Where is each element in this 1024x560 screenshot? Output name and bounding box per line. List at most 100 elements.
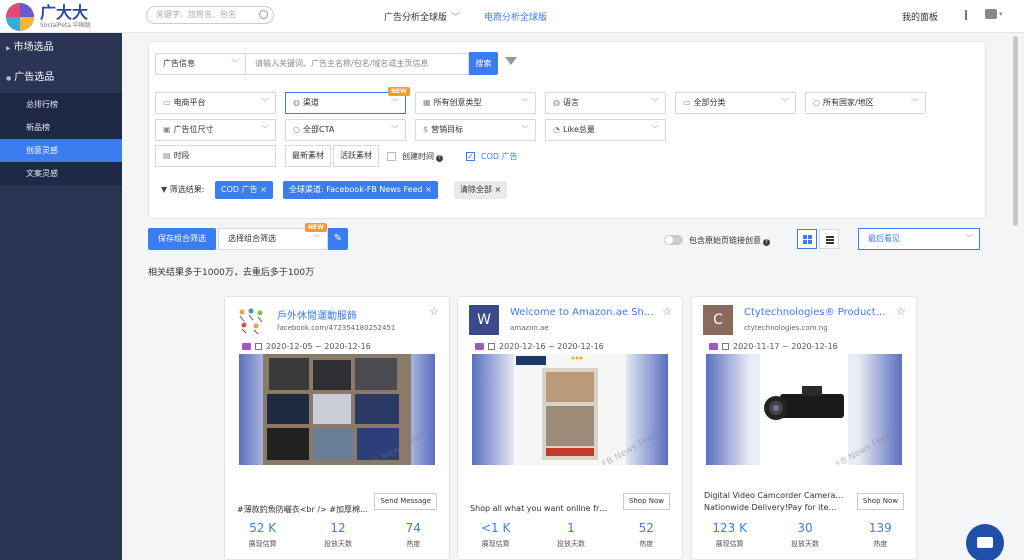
image-icon	[475, 343, 484, 350]
stat-impressions: 52 K	[249, 521, 277, 535]
cta-button[interactable]: Shop Now	[856, 493, 904, 510]
calendar-icon	[255, 343, 262, 350]
global-search-input[interactable]: 关键字、应用名、包名	[146, 6, 274, 24]
logo-title: 广大大	[40, 3, 89, 22]
new-badge: NEW	[388, 87, 410, 96]
nav-ad-analysis[interactable]: 广告分析全球版 ﹀	[384, 10, 460, 23]
filter-panel: 广告信息 ﹀ 请输入关键词、广告主名称/包名/域名或主页信息 搜索 ▭ 电商平台 ﹀ …	[148, 41, 986, 219]
ad-media[interactable]: FB News Feed	[239, 354, 435, 465]
create-time-checkbox[interactable]	[387, 152, 396, 161]
ad-description: Digital Video Camcorder Camera 30... Nat…	[704, 491, 844, 512]
ad-title[interactable]: Welcome to Amazon.ae Sh...	[510, 307, 660, 318]
include-original-toggle[interactable]	[664, 235, 683, 245]
stat-days: 1	[567, 521, 575, 535]
edit-icon[interactable]: ✎	[328, 228, 348, 250]
star-icon[interactable]: ☆	[896, 305, 906, 318]
latest-material-button[interactable]: 最新素材	[285, 145, 331, 167]
cod-label: COD 广告	[481, 152, 518, 161]
logo[interactable]: 广大大 SocialPeta 中国版	[6, 3, 91, 31]
cod-checkbox[interactable]: ✓	[466, 152, 475, 161]
help-icon: ?	[436, 155, 443, 162]
new-badge: NEW	[305, 223, 327, 232]
monitor-icon: ▣	[163, 125, 171, 134]
advertiser-avatar	[236, 305, 266, 335]
ad-info-select[interactable]: 广告信息 ﹀	[155, 53, 246, 75]
ad-stats: <1 K 展现估算 1 投放天数 52 热度	[458, 521, 684, 549]
filter-icon[interactable]	[505, 57, 517, 65]
page-scrollbar[interactable]	[1013, 36, 1018, 226]
active-material-button[interactable]: 活跃素材	[333, 145, 379, 167]
globe-icon: ◍	[293, 98, 300, 107]
ad-date-range: 2020-12-16 ~ 2020-12-16	[475, 342, 604, 351]
result-summary: 相关结果多于1000万，去重后多于100万	[148, 268, 315, 278]
ad-date-range: 2020-12-05 ~ 2020-12-16	[242, 342, 371, 351]
chevron-down-icon[interactable]: ▾	[999, 10, 1003, 18]
tag-cod[interactable]: COD 广告 ×	[215, 181, 273, 199]
ad-media[interactable]: FB News Feed	[472, 354, 668, 465]
sidebar-group-ad[interactable]: ● 广告选品	[0, 63, 122, 93]
ad-date-range: 2020-11-17 ~ 2020-12-16	[709, 342, 838, 351]
calendar-icon	[488, 343, 495, 350]
star-icon[interactable]: ☆	[662, 305, 672, 318]
globe-icon: ◍	[553, 98, 560, 107]
language-select[interactable]: ◍ 语言 ﹀	[545, 92, 666, 114]
help-icon[interactable]	[965, 10, 967, 20]
user-icon: ○	[813, 98, 820, 107]
ad-card[interactable]: W Welcome to Amazon.ae Sh... amazon.ae ☆…	[457, 296, 683, 560]
list-view-icon[interactable]	[819, 229, 839, 249]
stat-heat: 74	[405, 521, 421, 535]
ad-description: Shop all what you want online from ...	[470, 504, 610, 513]
keyword-input[interactable]: 请输入关键词、广告主名称/包名/域名或主页信息	[246, 53, 469, 75]
grid-icon: ▦	[423, 98, 431, 107]
user-avatar-icon[interactable]	[985, 9, 997, 19]
sort-select[interactable]: 最后看见 ﹀	[858, 228, 980, 250]
sidebar-item-rankings[interactable]: 总排行榜	[0, 93, 122, 116]
ad-source: facebook.com/472354180252451	[277, 324, 396, 332]
ad-title[interactable]: Ctytechnologies® Product...	[744, 307, 894, 318]
tag-channel[interactable]: 全球渠道: Facebook-FB News Feed ×	[283, 181, 438, 199]
search-icon[interactable]	[259, 10, 268, 19]
cta-select[interactable]: ○ 全部CTA ﹀	[285, 119, 406, 141]
search-button[interactable]: 搜索	[469, 52, 498, 75]
chat-icon[interactable]	[966, 524, 1004, 560]
stat-heat: 139	[868, 521, 892, 535]
country-select[interactable]: ○ 所有国家/地区 ﹀	[805, 92, 926, 114]
star-icon[interactable]: ☆	[429, 305, 439, 318]
sidebar-group-market[interactable]: ▶ 市场选品	[0, 33, 122, 63]
logo-icon	[6, 3, 34, 31]
sidebar-item-copywriting[interactable]: 文案灵感	[0, 162, 122, 185]
platform-select[interactable]: ▭ 电商平台 ﹀	[155, 92, 276, 114]
marketing-goal-select[interactable]: $ 营销目标 ﹀	[415, 119, 536, 141]
funnel-icon: ▼	[161, 185, 170, 194]
clear-all-button[interactable]: 清除全部 ×	[454, 181, 508, 199]
caret-right-icon: ▶	[6, 45, 11, 52]
chevron-down-icon: ﹀	[965, 234, 973, 243]
ad-card[interactable]: C Ctytechnologies® Product... ctytechnol…	[691, 296, 917, 560]
likes-select[interactable]: ◔ Like总量 ﹀	[545, 119, 666, 141]
chevron-down-icon: ﹀	[231, 59, 239, 68]
category-select[interactable]: ▭ 全部分类 ﹀	[675, 92, 796, 114]
save-combo-filter-button[interactable]: 保存组合筛选	[148, 228, 216, 250]
creative-type-select[interactable]: ▦ 所有创意类型 ﹀	[415, 92, 536, 114]
ad-title[interactable]: 戶外休閒運動服飾	[277, 307, 427, 322]
nav-ecommerce-analysis[interactable]: 电商分析全球版	[484, 10, 547, 23]
ad-size-select[interactable]: ▣ 广告位尺寸 ﹀	[155, 119, 276, 141]
sidebar-item-new-products[interactable]: 新品榜	[0, 116, 122, 139]
sidebar: ▶ 市场选品 ● 广告选品 总排行榜 新品榜 创意灵感 文案灵感	[0, 33, 122, 560]
my-panel-link[interactable]: 我的面板	[902, 10, 938, 23]
help-icon: ?	[763, 239, 770, 246]
stat-days: 12	[330, 521, 346, 535]
search-placeholder: 关键字、应用名、包名	[156, 10, 236, 19]
cta-button[interactable]: Shop Now	[622, 493, 670, 510]
ad-card[interactable]: 戶外休閒運動服飾 facebook.com/472354180252451 ☆ …	[224, 296, 450, 560]
create-time-label: 创建时间?	[402, 151, 443, 162]
ad-description: #薄款釣魚防曬衣<br /> #加厚棉...	[237, 505, 368, 514]
sidebar-item-creative[interactable]: 创意灵感	[0, 139, 122, 162]
ad-media[interactable]: FB News Feed	[706, 354, 902, 465]
time-range-input[interactable]: ▤ 时段	[155, 145, 276, 167]
advertiser-avatar: W	[469, 305, 499, 335]
cta-button[interactable]: Send Message	[374, 493, 437, 510]
grid-view-icon[interactable]	[797, 229, 817, 249]
stat-heat: 52	[638, 521, 654, 535]
stat-days: 30	[797, 521, 813, 535]
